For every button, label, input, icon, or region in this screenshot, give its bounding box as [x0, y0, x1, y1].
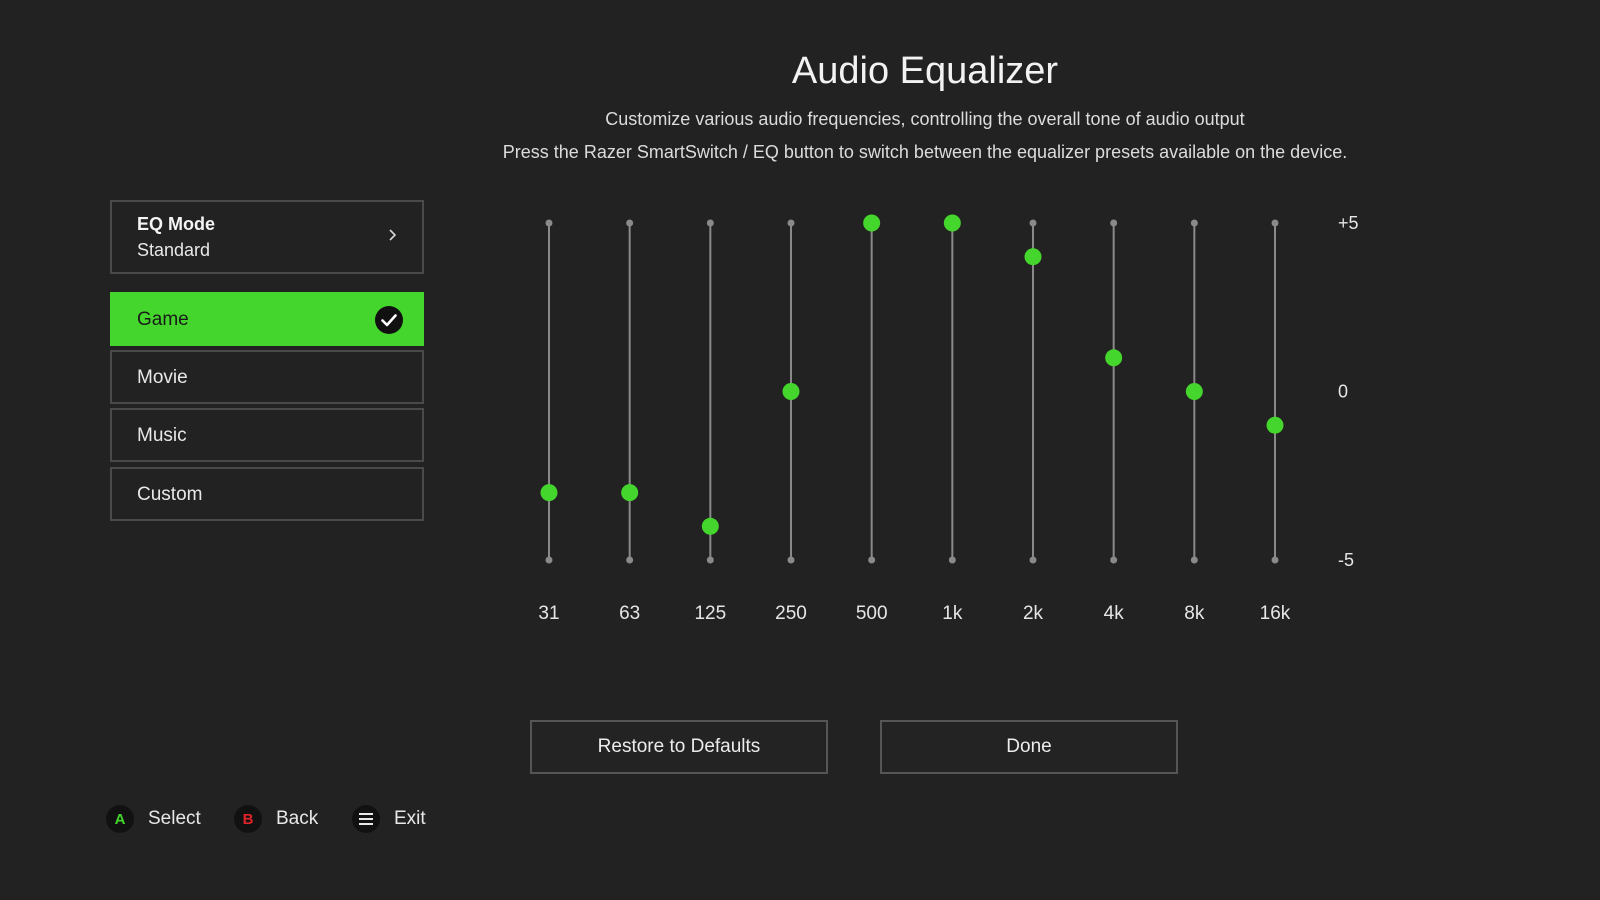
done-button[interactable]: Done — [880, 720, 1178, 774]
frequency-label: 8k — [1184, 603, 1205, 624]
slider-end-bottom — [948, 556, 956, 564]
slider-end-top — [1110, 219, 1118, 227]
frequency-label: 500 — [856, 603, 888, 624]
slider-knob-8k[interactable] — [1185, 383, 1203, 400]
eq-mode-value: Standard — [137, 240, 211, 260]
page-subtitle-1: Customize various audio frequencies, con… — [605, 109, 1245, 129]
slider-knob-2k[interactable] — [1024, 248, 1042, 266]
frequency-label: 4k — [1104, 603, 1125, 624]
scale-label: -5 — [1338, 550, 1354, 570]
slider-knob-63[interactable] — [621, 484, 639, 502]
preset-custom[interactable]: Custom — [110, 467, 424, 521]
preset-label: Custom — [137, 484, 203, 505]
frequency-label: 16k — [1260, 603, 1291, 624]
slider-end-top — [1190, 219, 1198, 227]
menu-icon — [352, 805, 380, 833]
preset-music[interactable]: Music — [110, 408, 424, 462]
slider-end-bottom — [1271, 556, 1279, 564]
slider-knob-500[interactable] — [863, 214, 881, 232]
slider-knob-250[interactable] — [782, 383, 800, 400]
hint-back: B Back — [234, 804, 318, 834]
slider-knob-4k[interactable] — [1105, 349, 1123, 367]
hint-label: Exit — [394, 808, 426, 829]
frequency-label: 1k — [942, 603, 963, 624]
hint-label: Select — [148, 808, 201, 829]
chevron-right-icon — [389, 229, 397, 241]
preset-label: Game — [137, 309, 189, 330]
preset-game[interactable]: Game — [110, 292, 424, 346]
scale-label: +5 — [1338, 213, 1359, 233]
preset-label: Movie — [137, 367, 188, 388]
slider-end-top — [545, 219, 553, 227]
frequency-label: 31 — [538, 603, 559, 624]
slider-end-bottom — [626, 556, 634, 564]
frequency-label: 125 — [694, 603, 726, 624]
scale-label: 0 — [1338, 382, 1348, 402]
slider-end-bottom — [1110, 556, 1118, 564]
slider-end-bottom — [545, 556, 553, 564]
hint-select: A Select — [106, 804, 201, 834]
slider-knob-16k[interactable] — [1266, 416, 1284, 434]
slider-end-bottom — [1029, 556, 1037, 564]
slider-knob-1k[interactable] — [943, 214, 961, 232]
eq-mode-selector[interactable]: EQ Mode Standard — [110, 200, 424, 274]
slider-end-bottom — [787, 556, 795, 564]
slider-end-bottom — [868, 556, 876, 564]
restore-defaults-button[interactable]: Restore to Defaults — [530, 720, 828, 774]
slider-knob-31[interactable] — [540, 484, 558, 502]
a-button-icon: A — [106, 805, 134, 833]
frequency-label: 63 — [619, 603, 640, 624]
checkmark-icon — [375, 306, 403, 334]
slider-end-top — [787, 219, 795, 227]
page-title: Audio Equalizer — [791, 50, 1059, 92]
slider-end-top — [706, 219, 714, 227]
slider-end-top — [1271, 219, 1279, 227]
preset-movie[interactable]: Movie — [110, 350, 424, 404]
b-button-icon: B — [234, 805, 262, 833]
menu-lines-icon — [359, 813, 373, 825]
slider-end-bottom — [1190, 556, 1198, 564]
slider-end-top — [1029, 219, 1037, 227]
frequency-label: 250 — [775, 603, 807, 624]
slider-end-bottom — [706, 556, 714, 564]
hint-exit: Exit — [352, 804, 426, 834]
slider-end-top — [626, 219, 634, 227]
page-subtitle-2: Press the Razer SmartSwitch / EQ button … — [502, 142, 1348, 162]
frequency-label: 2k — [1023, 603, 1044, 624]
equalizer-sliders[interactable]: 31 63 125 250 500 1k 2k 4k 8k 16k +5 0 -5 — [500, 200, 1400, 640]
slider-knob-125[interactable] — [701, 517, 719, 535]
eq-mode-label: EQ Mode — [137, 214, 216, 234]
preset-label: Music — [137, 425, 187, 446]
hint-label: Back — [276, 808, 319, 829]
